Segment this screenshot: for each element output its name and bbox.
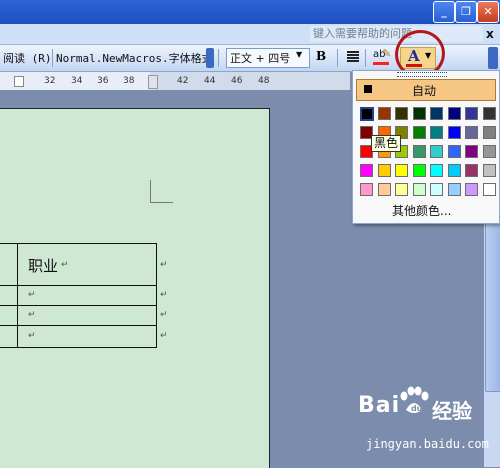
color-tooltip: 黑色 xyxy=(371,135,402,152)
chevron-down-icon[interactable]: ▼ xyxy=(296,50,302,59)
minimize-button[interactable]: _ xyxy=(433,1,455,23)
page-corner-mark xyxy=(150,180,173,203)
color-swatch[interactable] xyxy=(482,164,496,177)
toolbar-options-button[interactable] xyxy=(488,47,498,69)
color-swatch[interactable] xyxy=(465,107,478,120)
color-swatch[interactable] xyxy=(465,183,478,196)
ruler-tick: 42 xyxy=(177,76,189,86)
row-end-mark: ↵ xyxy=(160,310,168,320)
style-value: 正文 + 四号 xyxy=(230,52,291,65)
ruler-tick: 32 xyxy=(44,76,56,86)
color-swatch[interactable] xyxy=(412,145,426,158)
color-swatch[interactable] xyxy=(447,126,461,139)
restore-button[interactable]: ❐ xyxy=(455,1,477,23)
macro-button[interactable]: Normal.NewMacros.字体格式 xyxy=(56,50,213,66)
toolbar-separator xyxy=(337,49,338,67)
color-swatch[interactable] xyxy=(447,164,461,177)
automatic-color-swatch xyxy=(364,85,372,93)
color-swatch[interactable] xyxy=(482,126,496,139)
table-border xyxy=(0,305,157,306)
highlight-color-bar xyxy=(373,62,389,65)
ruler-tick: 46 xyxy=(231,76,243,86)
paw-logo-icon: du xyxy=(400,386,429,413)
align-center-icon[interactable] xyxy=(347,51,359,63)
color-swatch[interactable] xyxy=(430,145,443,158)
table-border xyxy=(0,325,157,326)
row-end-mark: ↵ xyxy=(160,331,168,341)
toolbar-separator xyxy=(52,49,53,67)
color-swatch[interactable] xyxy=(465,145,478,158)
paragraph-mark: ↵ xyxy=(28,331,36,341)
scrollbar-thumb[interactable] xyxy=(485,210,500,392)
toolbar-separator xyxy=(218,49,219,67)
color-swatch[interactable] xyxy=(395,164,408,177)
color-swatch[interactable] xyxy=(465,126,478,139)
color-swatch[interactable] xyxy=(482,183,496,196)
title-bar xyxy=(0,0,500,24)
reading-mode-button[interactable]: 阅读 (R) xyxy=(3,50,52,66)
color-swatch[interactable] xyxy=(377,107,391,120)
color-swatch[interactable] xyxy=(430,164,443,177)
color-swatch[interactable] xyxy=(412,164,426,177)
color-swatch[interactable] xyxy=(412,126,426,139)
more-colors-button[interactable]: 其他颜色... xyxy=(392,202,451,219)
ruler-tick: 48 xyxy=(258,76,270,86)
pen-icon: ✎ xyxy=(382,47,392,60)
table-border xyxy=(0,285,157,286)
watermark-suffix: 经验 xyxy=(432,399,472,423)
automatic-color-label: 自动 xyxy=(412,84,437,98)
palette-drag-handle[interactable] xyxy=(397,72,447,77)
watermark-url: jingyan.baidu.com xyxy=(366,437,489,451)
svg-text:du: du xyxy=(411,404,423,413)
color-swatch[interactable] xyxy=(412,183,426,196)
table-border xyxy=(0,243,157,244)
paragraph-mark: ↵ xyxy=(28,310,36,320)
table-border xyxy=(17,243,18,348)
color-swatch[interactable] xyxy=(360,164,373,177)
color-swatch[interactable] xyxy=(377,183,391,196)
color-swatch[interactable] xyxy=(482,107,496,120)
color-swatch[interactable] xyxy=(360,107,374,121)
ruler-tick: 44 xyxy=(204,76,216,86)
ruler-tick: 36 xyxy=(97,76,109,86)
color-swatch[interactable] xyxy=(482,145,496,158)
close-window-button[interactable]: ✕ xyxy=(477,1,499,23)
color-swatch[interactable] xyxy=(412,107,426,120)
table-border xyxy=(156,243,157,348)
watermark-logo: Bai xyxy=(358,393,401,418)
highlight-icon[interactable]: ab ✎ xyxy=(372,47,392,67)
color-swatch[interactable] xyxy=(395,107,408,120)
color-swatch[interactable] xyxy=(430,107,443,120)
color-swatch[interactable] xyxy=(360,183,373,196)
color-swatch[interactable] xyxy=(377,164,391,177)
toolbar-grip[interactable] xyxy=(206,48,214,68)
color-swatch[interactable] xyxy=(465,164,478,177)
color-swatch[interactable] xyxy=(447,145,461,158)
ruler-tick: 34 xyxy=(71,76,83,86)
bold-button[interactable]: B xyxy=(316,49,326,63)
tab-stop-icon[interactable] xyxy=(14,76,24,87)
color-swatch[interactable] xyxy=(430,126,443,139)
color-swatch[interactable] xyxy=(395,183,408,196)
table-border xyxy=(0,347,157,348)
paragraph-mark: ↵ xyxy=(28,290,36,300)
color-swatch[interactable] xyxy=(447,107,461,120)
help-search-input[interactable]: 键入需要帮助的问题 xyxy=(310,26,483,42)
close-document-button[interactable]: x xyxy=(486,27,494,41)
table-header-cell[interactable]: 职业 xyxy=(28,255,58,276)
color-swatch[interactable] xyxy=(430,183,443,196)
color-swatch[interactable] xyxy=(447,183,461,196)
row-end-mark: ↵ xyxy=(160,290,168,300)
ruler-tick: 38 xyxy=(123,76,135,86)
row-end-mark: ↵ xyxy=(160,260,168,270)
indent-marker[interactable] xyxy=(148,75,158,89)
table[interactable] xyxy=(0,243,158,348)
toolbar-separator xyxy=(365,49,366,67)
paragraph-mark: ↵ xyxy=(61,260,69,270)
